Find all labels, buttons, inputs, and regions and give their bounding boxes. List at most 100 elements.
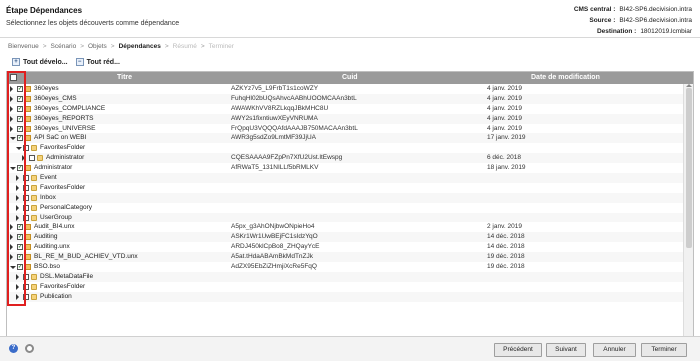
table-row[interactable]: ✓ Auditing.unx ARDJ450klCpBo8_ZHQayYcE 14 d…	[7, 242, 684, 252]
collapse-arrow-icon[interactable]	[10, 266, 16, 270]
row-checkbox[interactable]: ✓	[17, 165, 23, 172]
table-row[interactable]: PersonalCategory	[7, 203, 684, 213]
table-row[interactable]: Administrator CQESAAAA9FZpPn7XfU2Ust.ltEw…	[7, 153, 684, 164]
table-row[interactable]: DSL.MetaDataFile	[7, 271, 684, 282]
step-scenario[interactable]: Scénario	[51, 43, 77, 50]
cancel-button[interactable]: Annuler	[593, 343, 636, 357]
row-title: DSL.MetaDataFile	[40, 272, 94, 280]
table-row[interactable]: ✓ BSO.bso AdZX95EbZiZHmjiXcRe5FqQ 19 déc. 2…	[7, 262, 684, 272]
table-row[interactable]: Event	[7, 173, 684, 183]
expand-arrow-icon[interactable]	[10, 95, 13, 102]
row-checkbox[interactable]: ✓	[17, 234, 23, 241]
row-modified-date: 6 déc. 2018	[487, 154, 521, 162]
table-row[interactable]: ✓ Administrator AfRWaT5_131NILLf5bRMLKV 18 …	[7, 163, 684, 173]
table-row[interactable]: FavoritesFolder	[7, 143, 684, 153]
table-row[interactable]: UserGroup	[7, 212, 684, 223]
table-row[interactable]: FavoritesFolder	[7, 183, 684, 193]
step-welcome[interactable]: Bienvenue	[8, 43, 39, 50]
column-modified-date[interactable]: Date de modification	[531, 74, 600, 81]
expand-arrow-icon[interactable]	[22, 155, 25, 162]
row-checkbox[interactable]	[23, 194, 29, 201]
table-row[interactable]: ✓ 360eyes_UNIVERSE FrQpqU3VQQQAfdAAAJB750M…	[7, 124, 684, 134]
expand-arrow-icon[interactable]	[10, 224, 13, 231]
folder-icon	[31, 283, 37, 290]
expand-arrow-icon[interactable]	[10, 105, 13, 112]
column-cuid[interactable]: Cuid	[342, 74, 358, 81]
finish-button[interactable]: Terminer	[641, 343, 687, 357]
row-checkbox[interactable]: ✓	[17, 86, 23, 92]
previous-button[interactable]: Précédent	[494, 343, 542, 357]
settings-icon[interactable]	[25, 344, 34, 353]
row-checkbox[interactable]: ✓	[17, 125, 23, 132]
object-icon	[25, 244, 31, 251]
table-row[interactable]: ✓ BL_RE_M_BUD_ACHIEV_VTD.unx A5at.tHdaABAm…	[7, 252, 684, 263]
row-checkbox[interactable]	[23, 204, 29, 211]
expand-arrow-icon[interactable]	[10, 234, 13, 241]
object-icon	[25, 86, 31, 92]
row-cuid: AfRWaT5_131NILLf5bRMLKV	[231, 164, 319, 172]
step-objects[interactable]: Objets	[88, 43, 107, 50]
expand-arrow-icon[interactable]	[16, 214, 19, 221]
table-row[interactable]: ✓ API SaC on WEBI AWR3g5sdZo9LmtMF39JjUA 17…	[7, 133, 684, 144]
row-checkbox[interactable]	[23, 184, 29, 191]
expand-arrow-icon[interactable]	[10, 125, 13, 132]
table-row[interactable]: ✓ Auditing ASKr1Wr1UwBEjFC1sIdzYqO 14 déc. …	[7, 232, 684, 243]
table-row[interactable]: FavoritesFolder	[7, 282, 684, 292]
expand-arrow-icon[interactable]	[16, 273, 19, 280]
table-row[interactable]: Inbox	[7, 192, 684, 203]
row-title: FavoritesFolder	[40, 144, 86, 152]
row-checkbox[interactable]: ✓	[17, 95, 23, 102]
row-cuid: AdZX95EbZiZHmjiXcRe5FqQ	[231, 263, 317, 271]
select-all-checkbox[interactable]	[10, 74, 17, 81]
row-checkbox[interactable]	[23, 273, 29, 280]
table-row[interactable]: Publication	[7, 291, 684, 302]
row-checkbox[interactable]	[23, 283, 29, 290]
expand-arrow-icon[interactable]	[10, 244, 13, 251]
collapse-arrow-icon[interactable]	[10, 167, 16, 171]
row-checkbox[interactable]: ✓	[17, 264, 23, 271]
expand-all-button[interactable]: + Tout dévelo...	[12, 58, 68, 66]
row-checkbox[interactable]: ✓	[17, 115, 23, 122]
collapse-arrow-icon[interactable]	[10, 137, 16, 141]
collapse-all-button[interactable]: − Tout réd...	[75, 58, 120, 66]
table-row[interactable]: ✓ 360eyes AZKYz7v5_L9FrbT1s1coWZY 4 janv. 2…	[7, 84, 684, 94]
scroll-thumb[interactable]	[686, 88, 692, 248]
expand-arrow-icon[interactable]	[16, 184, 19, 191]
row-cuid: CQESAAAA9FZpPn7XfU2Ust.ltEwspg	[231, 154, 343, 162]
expand-arrow-icon[interactable]	[10, 254, 13, 261]
row-modified-date: 4 janv. 2019	[487, 94, 522, 102]
row-checkbox[interactable]: ✓	[17, 244, 23, 251]
expand-arrow-icon[interactable]	[16, 283, 19, 290]
collapse-arrow-icon[interactable]	[16, 147, 22, 151]
row-title: FavoritesFolder	[40, 183, 86, 191]
row-checkbox[interactable]	[23, 214, 29, 221]
expand-arrow-icon[interactable]	[10, 115, 13, 122]
row-cuid: AZKYz7v5_L9FrbT1s1coWZY	[231, 85, 319, 92]
table-row[interactable]: ✓ 360eyes_REPORTS AWY2s1fixntiuwXEyVNRUMA 4…	[7, 113, 684, 124]
row-checkbox[interactable]	[23, 145, 29, 152]
vertical-scrollbar[interactable]	[683, 84, 693, 345]
row-checkbox[interactable]	[29, 155, 35, 162]
row-checkbox[interactable]: ✓	[17, 254, 23, 261]
tree-toolbar: + Tout dévelo... − Tout réd...	[12, 58, 120, 66]
row-checkbox[interactable]: ✓	[17, 224, 23, 231]
row-checkbox[interactable]: ✓	[17, 135, 23, 142]
table-row[interactable]: ✓ 360eyes_COMPLIANCE AWAWKhVV8RZLkqqJBkMHC…	[7, 104, 684, 114]
row-checkbox[interactable]: ✓	[17, 105, 23, 112]
column-title[interactable]: Titre	[117, 74, 132, 81]
scroll-up-icon[interactable]	[686, 84, 692, 87]
row-checkbox[interactable]	[23, 293, 29, 300]
row-cuid: A5at.tHdaABAmBkMdTnZJk	[231, 253, 313, 261]
expand-arrow-icon[interactable]	[16, 194, 19, 201]
expand-arrow-icon[interactable]	[16, 204, 19, 211]
expand-arrow-icon[interactable]	[16, 175, 19, 182]
next-button[interactable]: Suivant	[546, 343, 586, 357]
help-icon[interactable]: ?	[9, 344, 18, 353]
table-row[interactable]: ✓ Audit_BI4.unx A5px_g3AhONjbwONpieHo4 2 ja…	[7, 222, 684, 232]
row-title: 360eyes_UNIVERSE	[34, 124, 96, 132]
expand-arrow-icon[interactable]	[10, 86, 13, 92]
row-checkbox[interactable]	[23, 175, 29, 182]
table-row[interactable]: ✓ 360eyes_CMS FuhqHl02bUQsAhvcAABhUOOMCAAn…	[7, 93, 684, 104]
expand-arrow-icon[interactable]	[16, 293, 19, 300]
row-title: FavoritesFolder	[40, 282, 86, 290]
